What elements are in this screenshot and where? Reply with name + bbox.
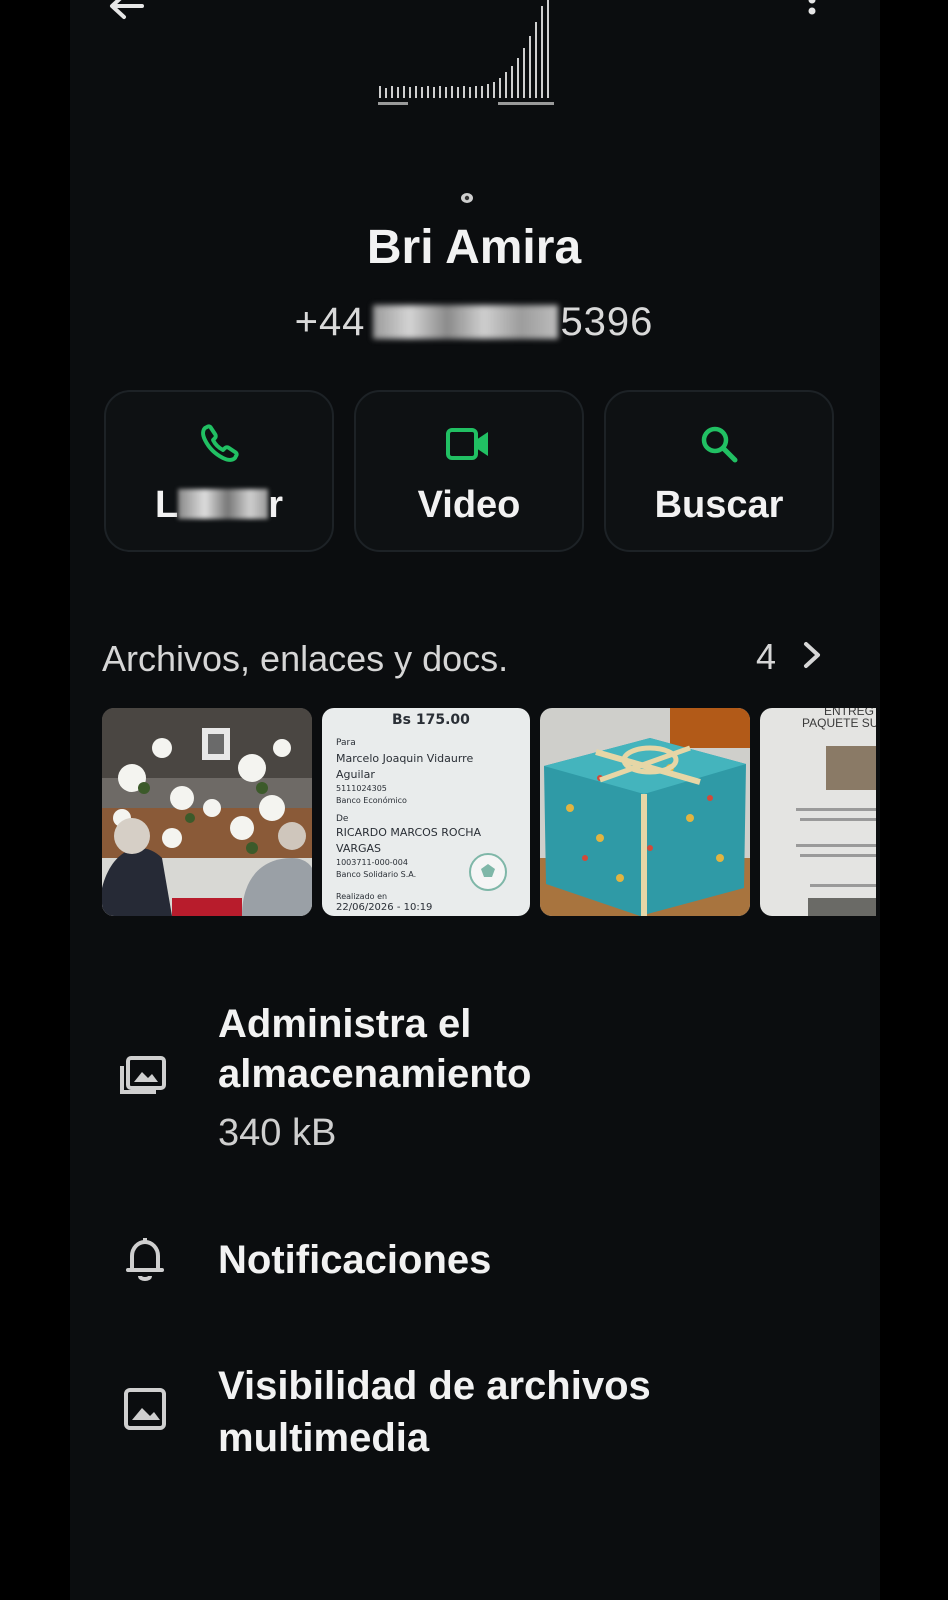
- back-arrow-icon[interactable]: [108, 0, 144, 22]
- delivery-text-line: [796, 808, 876, 811]
- receipt-from-name-2: VARGAS: [336, 842, 382, 855]
- receipt-to-label: Para: [336, 738, 356, 748]
- receipt-amount: Bs 175.00: [392, 712, 470, 728]
- storage-folder-icon: [120, 1056, 166, 1094]
- video-icon: [446, 428, 488, 460]
- contact-name: Bri Amira: [366, 221, 582, 274]
- receipt-to-bank: Banco Económico: [336, 796, 407, 805]
- bell-icon: [126, 1238, 164, 1281]
- storage-title-line-1[interactable]: Administra el: [218, 998, 471, 1050]
- delivery-text-line: [810, 884, 876, 887]
- media-thumb-gift[interactable]: [540, 708, 750, 916]
- receipt-to-name-1: Marcelo Joaquin Vidaurre: [336, 752, 474, 765]
- receipt-from-label: De: [336, 814, 349, 824]
- receipt-done-date: 22/06/2026 - 10:19: [336, 902, 433, 913]
- contact-phone: +44 5396: [0, 300, 948, 345]
- receipt-from-bank: Banco Solidario S.A.: [336, 870, 417, 879]
- receipt-to-name-2: Aguilar: [336, 768, 375, 781]
- call-button[interactable]: Lr: [104, 390, 334, 552]
- notifications-label[interactable]: Notificaciones: [218, 1234, 491, 1286]
- gift-photo: [540, 708, 750, 916]
- receipt-to-account: 5111024305: [336, 784, 387, 793]
- media-count[interactable]: 4: [756, 636, 776, 678]
- search-label: Buscar: [654, 484, 784, 526]
- search-icon: [701, 426, 738, 463]
- phone-icon: [201, 424, 239, 462]
- video-label: Video: [417, 484, 521, 526]
- soccer-ball-icon: [469, 853, 507, 891]
- phone-suffix: 5396: [560, 300, 654, 344]
- delivery-package-image: [826, 746, 876, 790]
- video-button[interactable]: Video: [354, 390, 584, 552]
- phone-prefix: +44: [294, 300, 366, 344]
- call-label: Lr: [154, 484, 283, 526]
- call-label-blur: [178, 489, 269, 519]
- media-thumb-delivery[interactable]: ENTREG PAQUETE SU: [760, 708, 876, 916]
- storage-size: 340 kB: [218, 1112, 337, 1154]
- visibility-title-line-1[interactable]: Visibilidad de archivos: [218, 1360, 651, 1412]
- image-icon: [124, 1388, 166, 1430]
- visibility-title-line-2[interactable]: multimedia: [218, 1412, 429, 1464]
- media-thumb-flowers[interactable]: [102, 708, 312, 916]
- delivery-text-line: [796, 844, 876, 847]
- delivery-text-line: [800, 854, 876, 857]
- receipt-from-name-1: RICARDO MARCOS ROCHA: [336, 826, 482, 839]
- search-button[interactable]: Buscar: [604, 390, 834, 552]
- phone-redacted-blur: [373, 305, 559, 339]
- media-thumb-receipt[interactable]: Bs 175.00 Para Marcelo Joaquin Vidaurre …: [322, 708, 530, 916]
- flowers-photo: [102, 708, 312, 916]
- receipt-done-label: Realizado en: [336, 892, 388, 901]
- receipt-from-account: 1003711-000-004: [336, 858, 408, 867]
- delivery-code-box: [808, 898, 876, 916]
- storage-title-line-2[interactable]: almacenamiento: [218, 1048, 531, 1100]
- media-section-title[interactable]: Archivos, enlaces y docs.: [102, 638, 508, 680]
- more-options-icon[interactable]: [805, 0, 819, 20]
- camera-sensor-icon: [461, 193, 473, 203]
- delivery-text-line: [800, 818, 876, 821]
- contact-avatar[interactable]: [370, 0, 570, 120]
- chevron-right-icon[interactable]: [800, 640, 824, 670]
- delivery-line-2: PAQUETE SU: [802, 716, 876, 730]
